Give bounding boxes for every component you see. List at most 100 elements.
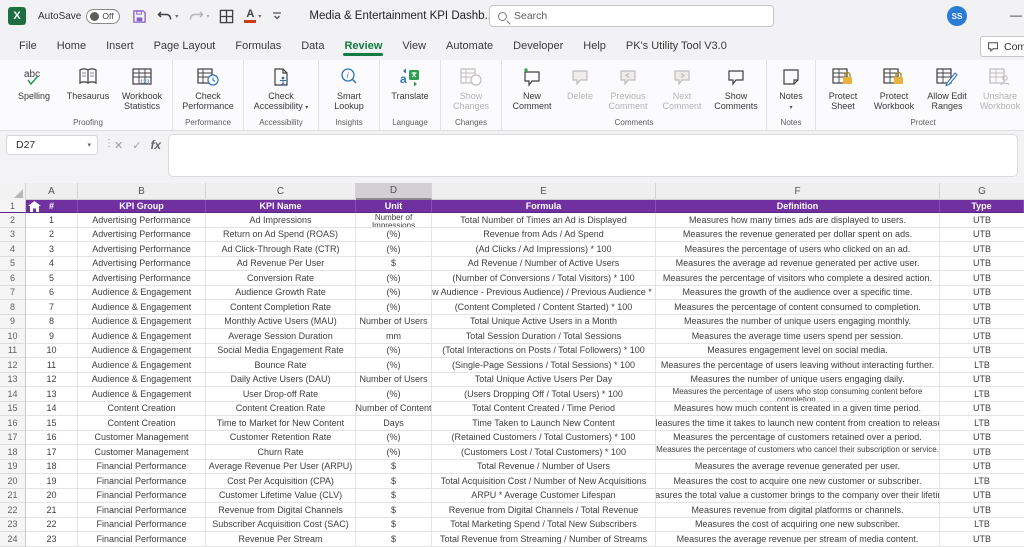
header-cell[interactable]: Definition	[656, 200, 940, 213]
data-cell[interactable]: 10	[26, 343, 78, 358]
row-header-22[interactable]: 22	[0, 503, 26, 518]
data-cell[interactable]: Audience & Engagement	[78, 285, 206, 300]
data-cell[interactable]: (Number of Conversions / Total Visitors)…	[432, 271, 656, 286]
data-cell[interactable]: Time to Market for New Content	[206, 416, 356, 431]
row-header-15[interactable]: 15	[0, 401, 26, 416]
tab-developer[interactable]: Developer	[504, 34, 572, 59]
data-cell[interactable]: (%)	[356, 242, 432, 257]
data-cell[interactable]: LTB	[940, 358, 1024, 373]
data-cell[interactable]: Measures the time it takes to launch new…	[656, 416, 940, 431]
data-cell[interactable]: UTB	[940, 489, 1024, 503]
data-cell[interactable]: Number of Users	[356, 314, 432, 329]
column-header-D[interactable]: D	[356, 183, 432, 200]
notes-button[interactable]: Notes ▾	[771, 62, 811, 111]
row-header-9[interactable]: 9	[0, 314, 26, 329]
data-cell[interactable]: UTB	[940, 213, 1024, 228]
data-cell[interactable]: (Customers Lost / Total Customers) * 100	[432, 445, 656, 460]
search-input[interactable]: Search	[489, 5, 774, 27]
home-icon[interactable]	[28, 201, 41, 212]
data-cell[interactable]: UTB	[940, 315, 1024, 329]
undo-button[interactable]: ▾	[157, 9, 178, 23]
data-cell[interactable]: Ad Click-Through Rate (CTR)	[206, 242, 356, 257]
thesaurus-button[interactable]: Thesaurus	[62, 62, 114, 101]
cancel-entry-icon[interactable]: ✕	[114, 139, 123, 152]
data-cell[interactable]: Content Completion Rate	[206, 300, 356, 315]
data-cell[interactable]: Measures the number of unique users enga…	[656, 314, 940, 329]
data-cell[interactable]: Measures the growth of the audience over…	[656, 285, 940, 300]
data-cell[interactable]: Measures revenue from digital platforms …	[656, 503, 940, 518]
formula-input[interactable]	[168, 134, 1018, 177]
data-cell[interactable]: 14	[26, 401, 78, 416]
data-cell[interactable]: UTB	[940, 329, 1024, 344]
redo-button[interactable]: ▾	[188, 9, 209, 23]
data-cell[interactable]: mm	[356, 329, 432, 344]
data-cell[interactable]: Measures the percentage of users who sto…	[656, 387, 940, 402]
data-cell[interactable]: 5	[26, 271, 78, 286]
tab-help[interactable]: Help	[574, 34, 615, 59]
data-cell[interactable]: Audience & Engagement	[78, 387, 206, 402]
comments-pane-button[interactable]: Comments	[980, 36, 1024, 57]
data-cell[interactable]: UTB	[940, 242, 1024, 257]
data-cell[interactable]: (Retained Customers / Total Customers) *…	[432, 430, 656, 445]
data-cell[interactable]: Measures the percentage of users who cli…	[656, 242, 940, 257]
save-button[interactable]	[132, 9, 147, 24]
data-cell[interactable]: (%)	[356, 387, 432, 402]
data-cell[interactable]: Measures the cost of acquiring one new s…	[656, 517, 940, 532]
row-header-16[interactable]: 16	[0, 416, 26, 431]
data-cell[interactable]: Financial Performance	[78, 459, 206, 474]
row-header-10[interactable]: 10	[0, 329, 26, 344]
data-cell[interactable]: Total Unique Active Users in a Month	[432, 314, 656, 329]
row-header-6[interactable]: 6	[0, 271, 26, 286]
formula-bar-handle[interactable]: ⋮	[104, 138, 114, 149]
undo-dropdown-icon[interactable]: ▾	[175, 13, 178, 20]
data-cell[interactable]: Total Revenue / Number of Users	[432, 459, 656, 474]
data-cell[interactable]: Measures the revenue generated per dolla…	[656, 227, 940, 242]
data-cell[interactable]: Measures the percentage of visitors who …	[656, 271, 940, 286]
data-cell[interactable]: $	[356, 532, 432, 547]
data-cell[interactable]: (Single-Page Sessions / Total Sessions) …	[432, 358, 656, 373]
autosave-toggle[interactable]: Off	[86, 8, 121, 24]
row-header-7[interactable]: 7	[0, 285, 26, 300]
data-cell[interactable]: Total Unique Active Users Per Day	[432, 372, 656, 387]
data-cell[interactable]: Advertising Performance	[78, 227, 206, 242]
data-cell[interactable]: UTB	[940, 445, 1024, 460]
data-cell[interactable]: Daily Active Users (DAU)	[206, 372, 356, 387]
data-cell[interactable]: UTB	[940, 503, 1024, 518]
data-cell[interactable]: Audience & Engagement	[78, 358, 206, 373]
data-cell[interactable]: 15	[26, 416, 78, 431]
data-cell[interactable]: Subscriber Acquisition Cost (SAC)	[206, 517, 356, 532]
data-cell[interactable]: (Users Dropping Off / Total Users) * 100	[432, 387, 656, 402]
data-cell[interactable]: Audience Growth Rate	[206, 285, 356, 300]
data-cell[interactable]: $	[356, 474, 432, 489]
row-header-17[interactable]: 17	[0, 430, 26, 445]
data-cell[interactable]: (Total Interactions on Posts / Total Fol…	[432, 343, 656, 358]
font-color-dropdown-icon[interactable]: ▾	[258, 13, 261, 20]
data-cell[interactable]: Measures the average revenue per stream …	[656, 532, 940, 547]
data-cell[interactable]: Customer Retention Rate	[206, 430, 356, 445]
header-cell[interactable]: Unit	[356, 200, 432, 213]
row-header-5[interactable]: 5	[0, 256, 26, 271]
data-cell[interactable]: User Drop-off Rate	[206, 387, 356, 402]
insert-function-button[interactable]: fx	[150, 138, 161, 152]
row-header-21[interactable]: 21	[0, 488, 26, 503]
data-cell[interactable]: UTB	[940, 271, 1024, 286]
tab-insert[interactable]: Insert	[97, 34, 143, 59]
row-header-3[interactable]: 3	[0, 227, 26, 242]
data-cell[interactable]: Total Content Created / Time Period	[432, 401, 656, 416]
data-cell[interactable]: Revenue Per Stream	[206, 532, 356, 547]
data-cell[interactable]: (Content Completed / Content Started) * …	[432, 300, 656, 315]
data-cell[interactable]: 3	[26, 242, 78, 257]
data-cell[interactable]: 18	[26, 459, 78, 474]
row-header-8[interactable]: 8	[0, 300, 26, 315]
data-cell[interactable]: LTB	[940, 416, 1024, 431]
column-header-A[interactable]: A	[26, 183, 78, 200]
row-header-1[interactable]: 1	[0, 200, 26, 213]
row-header-20[interactable]: 20	[0, 474, 26, 489]
data-cell[interactable]: Advertising Performance	[78, 271, 206, 286]
data-cell[interactable]: Revenue from Digital Channels	[206, 503, 356, 518]
new-comment-button[interactable]: New Comment	[506, 62, 558, 111]
tab-formulas[interactable]: Formulas	[226, 34, 290, 59]
customize-qat-button[interactable]	[271, 10, 283, 22]
data-cell[interactable]: Audience & Engagement	[78, 329, 206, 344]
data-cell[interactable]: Financial Performance	[78, 517, 206, 532]
